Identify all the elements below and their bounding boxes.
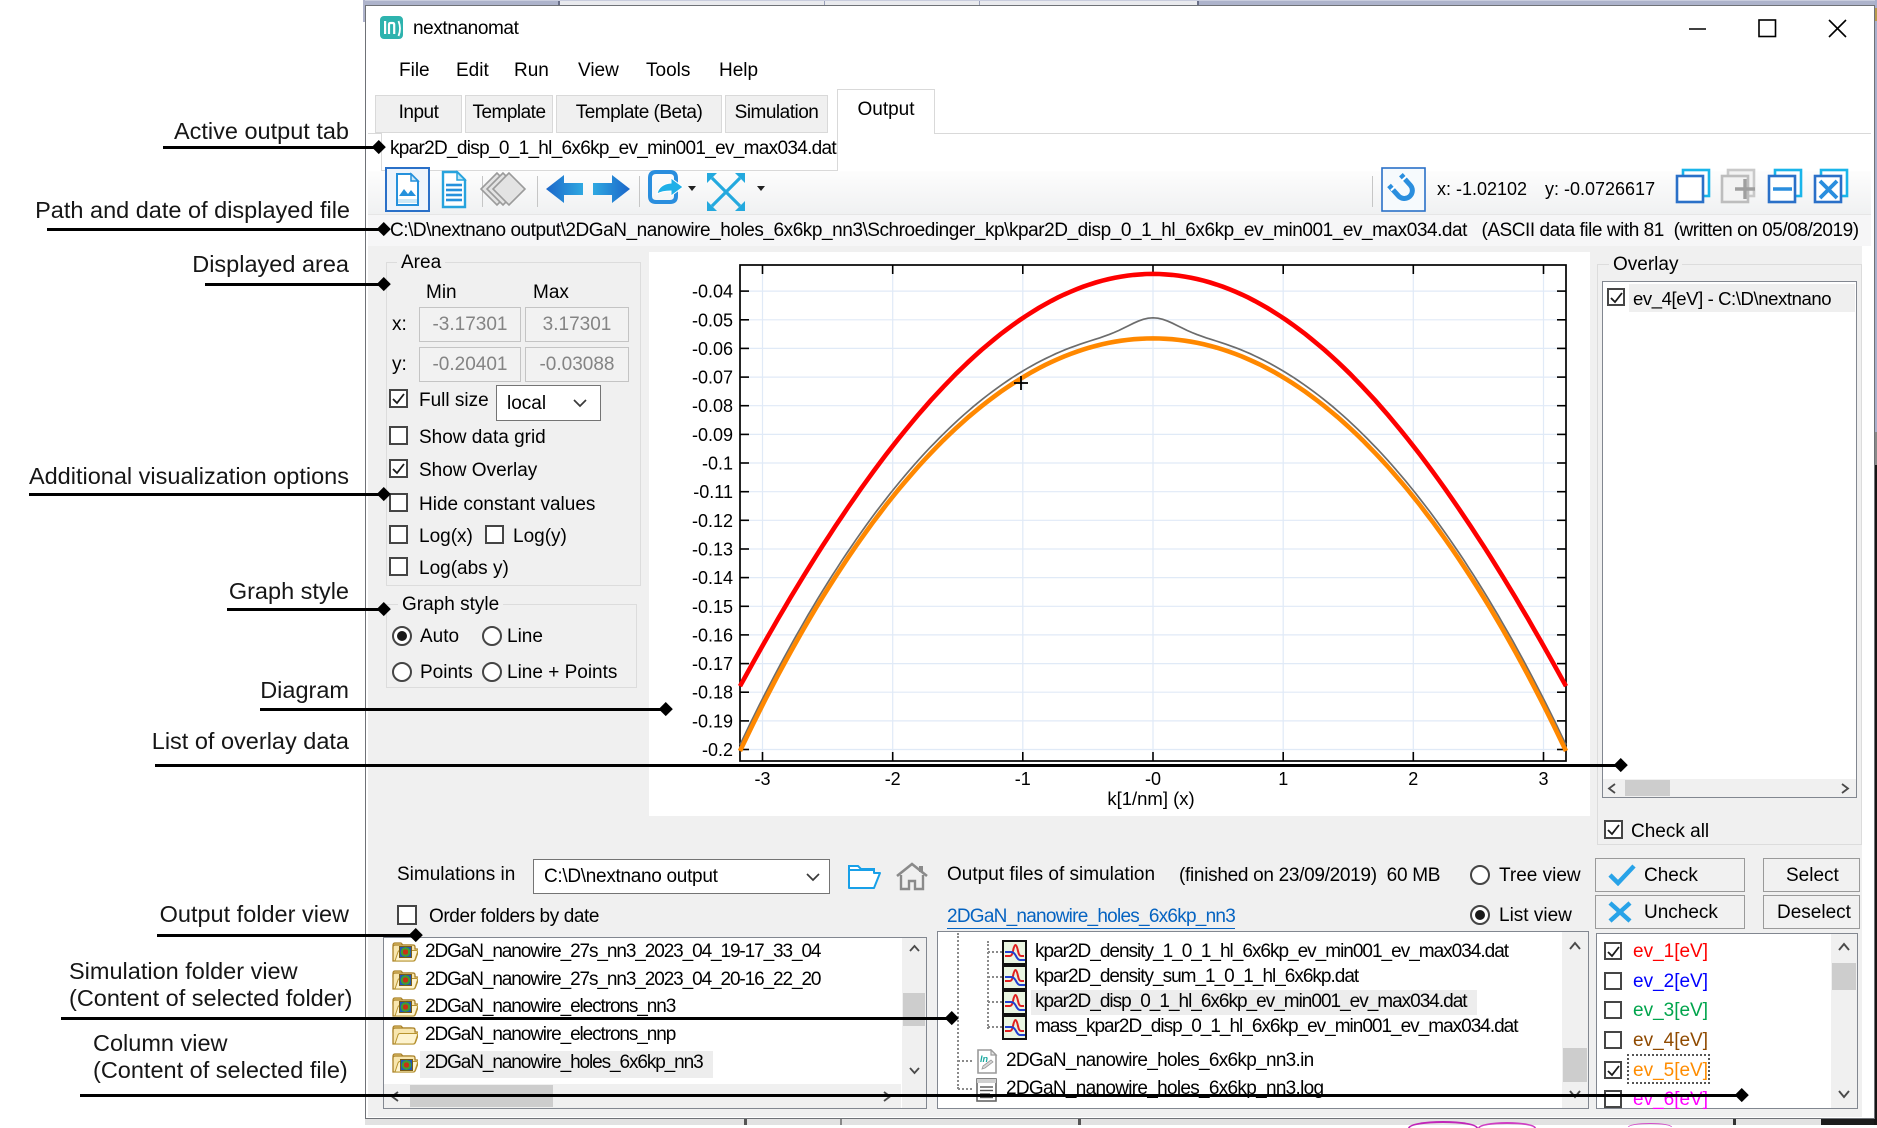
- svg-text:-0.09: -0.09: [692, 425, 733, 445]
- svg-text:-2: -2: [885, 769, 901, 789]
- svg-text:-0.15: -0.15: [692, 597, 733, 617]
- svg-text:3: 3: [1538, 769, 1548, 789]
- svg-text:-0.07: -0.07: [692, 368, 733, 388]
- svg-text:-0.04: -0.04: [692, 282, 733, 302]
- svg-text:-0: -0: [1145, 769, 1161, 789]
- svg-text:k[1/nm] (x): k[1/nm] (x): [1107, 788, 1194, 809]
- svg-text:-0.08: -0.08: [692, 396, 733, 416]
- svg-text:-3: -3: [754, 769, 770, 789]
- svg-text:1: 1: [1278, 769, 1288, 789]
- svg-text:-0.12: -0.12: [692, 511, 733, 531]
- svg-text:-0.17: -0.17: [692, 654, 733, 674]
- svg-text:-0.1: -0.1: [702, 454, 733, 474]
- svg-text:-0.14: -0.14: [692, 568, 733, 588]
- svg-text:2: 2: [1408, 769, 1418, 789]
- svg-text:-1: -1: [1015, 769, 1031, 789]
- svg-text:-0.19: -0.19: [692, 711, 733, 731]
- svg-text:-0.06: -0.06: [692, 339, 733, 359]
- svg-text:-0.18: -0.18: [692, 683, 733, 703]
- svg-text:-0.2: -0.2: [702, 740, 733, 760]
- svg-text:-0.13: -0.13: [692, 540, 733, 560]
- svg-text:-0.11: -0.11: [693, 482, 733, 502]
- svg-text:-0.16: -0.16: [692, 625, 733, 645]
- svg-text:-0.05: -0.05: [692, 310, 733, 330]
